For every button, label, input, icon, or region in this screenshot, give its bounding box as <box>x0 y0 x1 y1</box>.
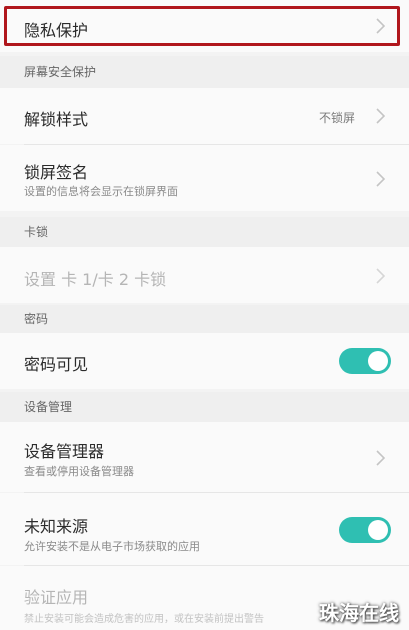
lockscreen-signature-desc: 设置的信息将会显示在锁屏界面 <box>24 185 178 198</box>
unknown-sources-row[interactable]: 未知来源 允许安装不是从电子市场获取的应用 <box>0 493 409 565</box>
unknown-sources-desc: 允许安装不是从电子市场获取的应用 <box>24 540 200 553</box>
unknown-sources-toggle[interactable] <box>339 517 391 543</box>
toggle-knob <box>368 520 388 540</box>
chevron-right-icon <box>373 448 387 468</box>
unlock-style-value: 不锁屏 <box>318 111 355 125</box>
password-visible-label: 密码可见 <box>24 355 89 374</box>
section-header-password: 密码 <box>0 305 409 333</box>
device-manager-label: 设备管理器 <box>24 442 105 461</box>
password-visible-row[interactable]: 密码可见 <box>0 333 409 389</box>
device-manager-row[interactable]: 设备管理器 查看或停用设备管理器 <box>0 422 409 492</box>
sim-lock-setting-label: 设置 卡 1/卡 2 卡锁 <box>24 270 167 289</box>
chevron-right-icon <box>373 106 387 126</box>
lockscreen-signature-row[interactable]: 锁屏签名 设置的信息将会显示在锁屏界面 <box>0 145 409 211</box>
sim-lock-setting-row[interactable]: 设置 卡 1/卡 2 卡锁 <box>0 247 409 303</box>
highlight-box <box>4 6 400 46</box>
device-manager-desc: 查看或停用设备管理器 <box>24 465 134 478</box>
section-header-sim-lock: 卡锁 <box>0 217 409 247</box>
unlock-style-label: 解锁样式 <box>24 110 89 129</box>
unlock-style-row[interactable]: 解锁样式 不锁屏 <box>0 88 409 144</box>
toggle-knob <box>368 351 388 371</box>
verify-apps-desc: 禁止安装可能会造成危害的应用，或在安装前提出警告 <box>24 614 264 625</box>
password-visible-toggle[interactable] <box>339 348 391 374</box>
unknown-sources-label: 未知来源 <box>24 517 89 536</box>
watermark-logo: 珠海在线 <box>319 601 399 625</box>
lockscreen-signature-label: 锁屏签名 <box>24 163 89 182</box>
section-header-device-management: 设备管理 <box>0 392 409 422</box>
chevron-right-icon <box>373 169 387 189</box>
chevron-right-icon <box>373 266 387 286</box>
section-header-screen-security: 屏幕安全保护 <box>0 56 409 88</box>
verify-apps-label: 验证应用 <box>24 588 89 607</box>
